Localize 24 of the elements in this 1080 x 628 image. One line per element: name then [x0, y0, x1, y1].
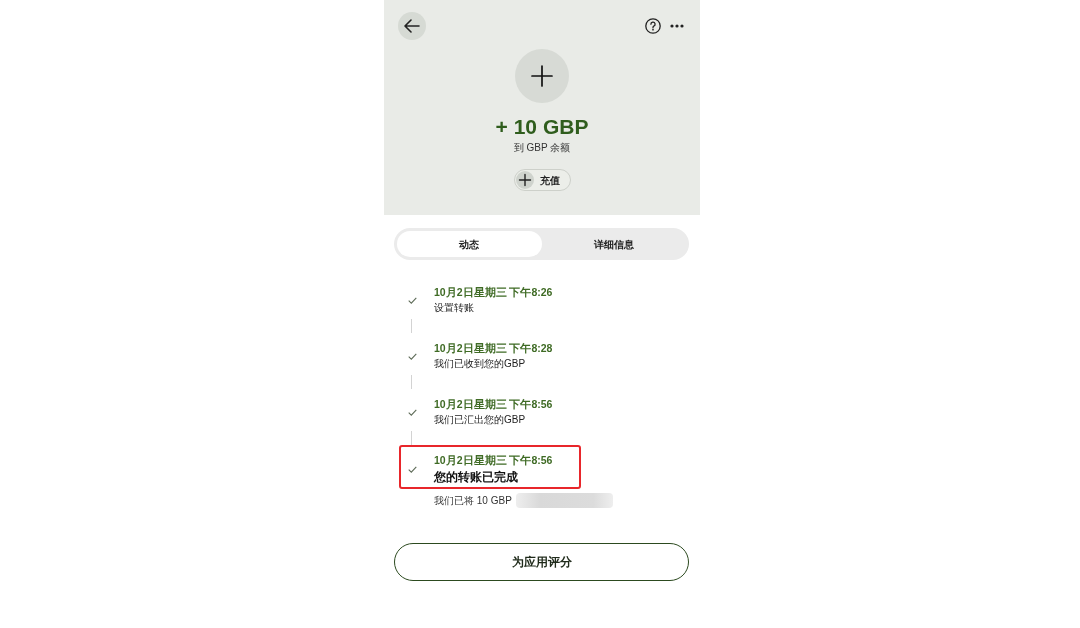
timeline-connector — [411, 319, 412, 333]
plus-icon — [515, 171, 534, 189]
tab[interactable]: 动态 — [397, 231, 542, 257]
timestamp-text: 10月2日星期三 下午8:56 — [434, 397, 553, 412]
back-button[interactable] — [398, 12, 426, 40]
tab[interactable]: 详细信息 — [541, 231, 686, 257]
status-text: 您的转账已完成 — [434, 469, 519, 486]
destination-text: 到 GBP 余额 — [513, 141, 571, 155]
timestamp-text: 10月2日星期三 下午8:26 — [434, 285, 553, 300]
timestamp-text: 10月2日星期三 下午8:28 — [434, 341, 553, 356]
more-icon[interactable] — [670, 24, 684, 28]
help-icon[interactable] — [645, 18, 661, 34]
timeline-connector — [411, 431, 412, 445]
top-up-button[interactable]: 充值 — [513, 169, 571, 191]
status-text: 我们已汇出您的GBP — [434, 413, 527, 427]
rate-app-button[interactable]: 为应用评分 — [394, 543, 689, 581]
status-text: 我们已收到您的GBP — [434, 357, 527, 371]
timestamp-text: 10月2日星期三 下午8:56 — [434, 453, 553, 468]
plus-icon — [515, 49, 569, 103]
amount-text: + 10 GBP — [495, 115, 589, 139]
note-text: 我们已将 10 GBP — [434, 493, 512, 508]
timeline-connector — [411, 375, 412, 389]
back-arrow-icon — [404, 19, 420, 33]
status-text: 设置转账 — [434, 301, 475, 315]
